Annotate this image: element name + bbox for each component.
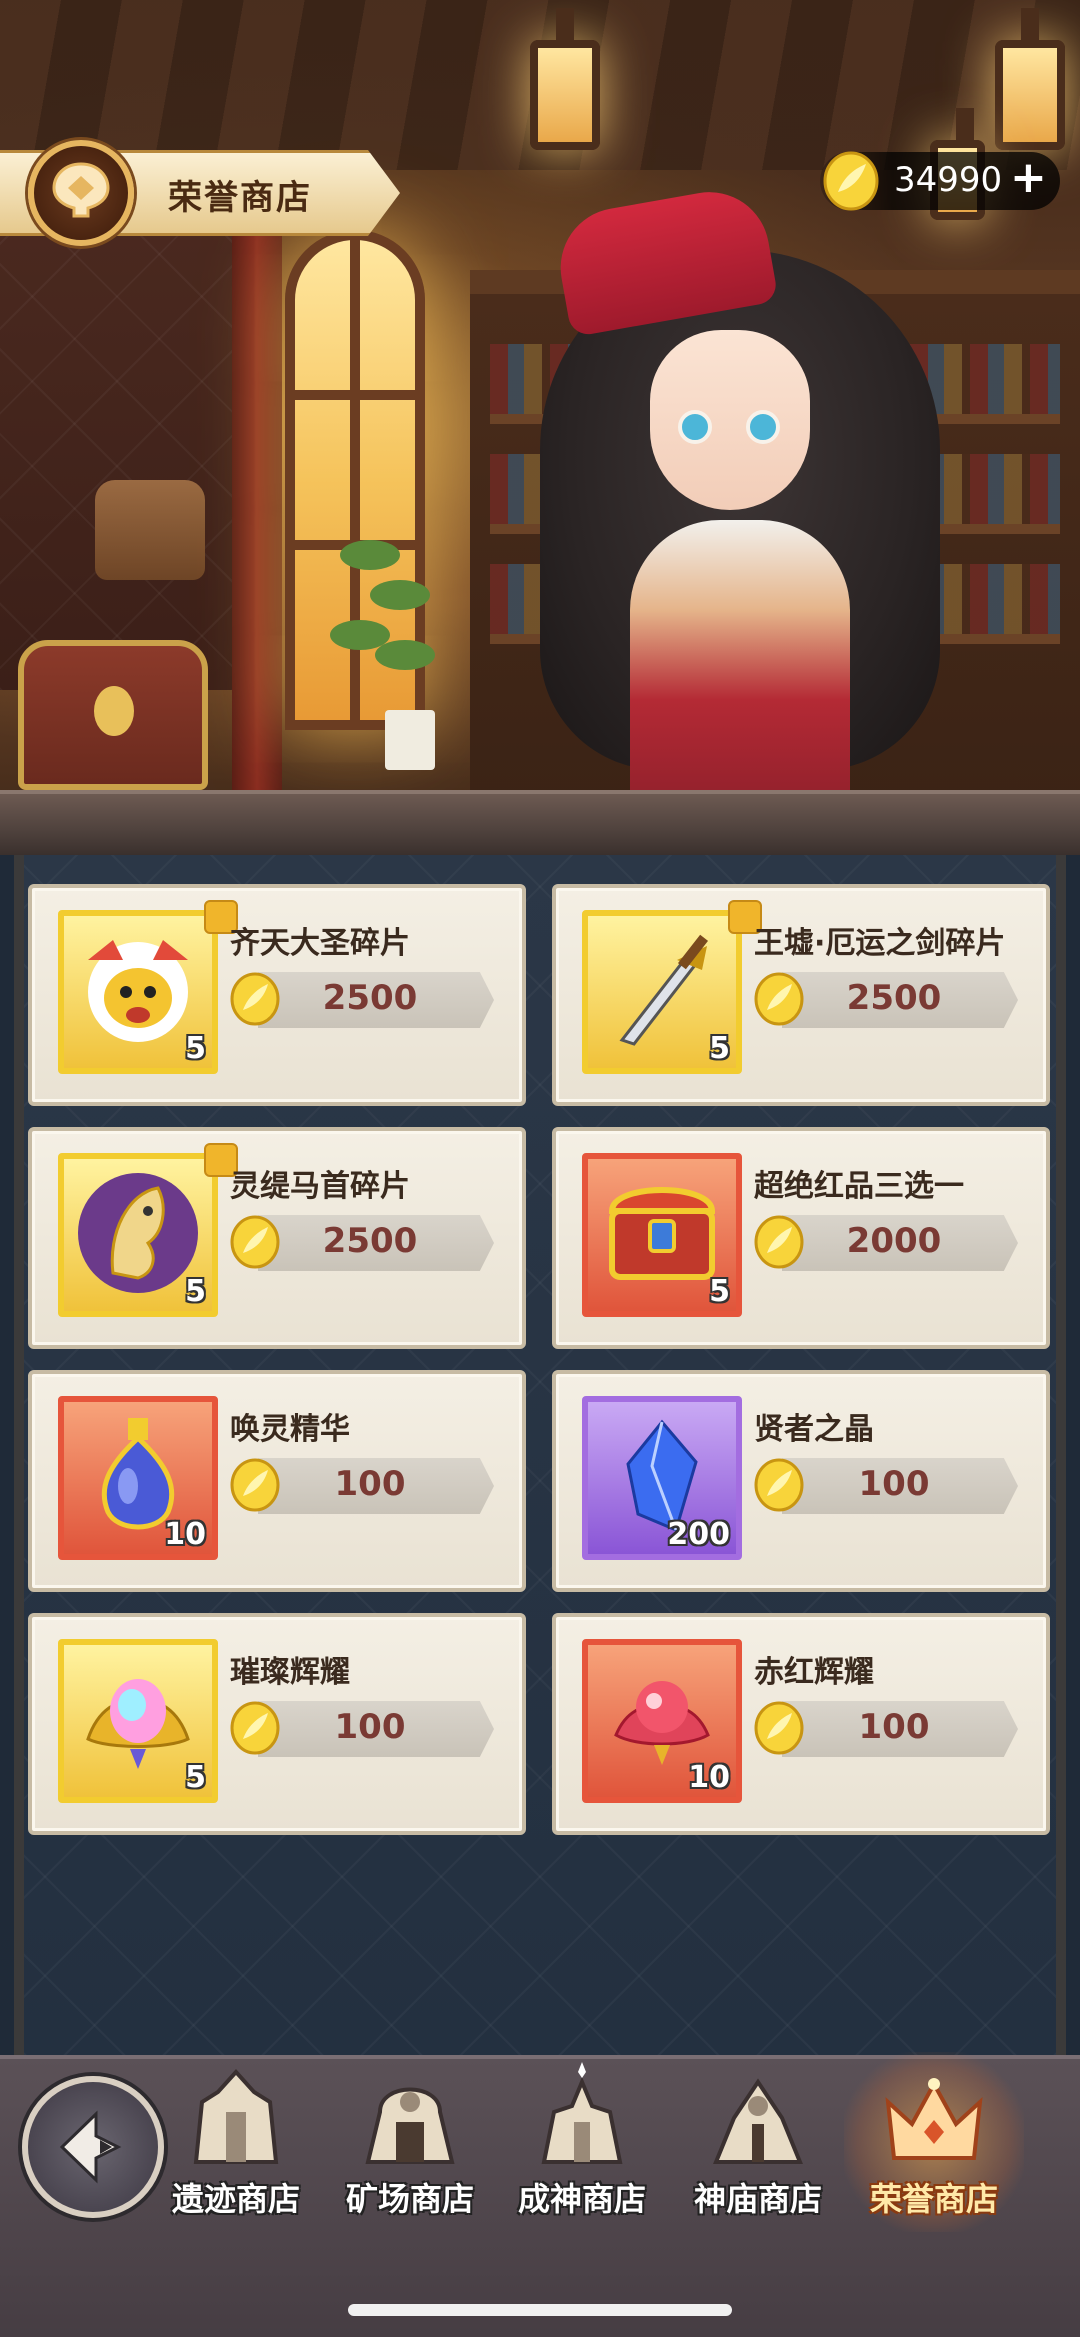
shop-item-card[interactable]: 10 唤灵精华 100 xyxy=(28,1370,526,1592)
shop-item-card[interactable]: 5 璀璨辉耀 100 xyxy=(28,1613,526,1835)
item-name: 齐天大圣碎片 xyxy=(230,926,410,961)
shop-item-card[interactable]: 10 赤红辉耀 100 xyxy=(552,1613,1050,1835)
item-quantity: 5 xyxy=(709,1274,730,1309)
item-price: 100 xyxy=(334,1464,406,1504)
item-icon-frame: 5 xyxy=(58,1153,218,1317)
item-name: 王墟·厄运之剑碎片 xyxy=(754,926,1006,961)
item-name: 唤灵精华 xyxy=(230,1412,350,1447)
lantern-icon xyxy=(995,8,1065,150)
item-name: 超绝红品三选一 xyxy=(754,1169,964,1204)
shop-hero-scene xyxy=(0,0,1080,855)
currency-display: 34990 + xyxy=(820,151,1060,211)
item-name: 赤红辉耀 xyxy=(754,1655,874,1690)
item-quantity: 5 xyxy=(185,1274,206,1309)
crown-icon xyxy=(884,2062,984,2172)
item-price: 2500 xyxy=(846,978,942,1018)
temple-icon xyxy=(708,2062,808,2172)
shop-item-card[interactable]: 5 灵缇马首碎片 2500 xyxy=(28,1127,526,1349)
page-title: 荣誉商店 xyxy=(168,178,312,218)
ascension-icon xyxy=(532,2062,632,2172)
item-icon-frame: 200 xyxy=(582,1396,742,1560)
pillar xyxy=(232,220,282,790)
item-price: 100 xyxy=(334,1707,406,1747)
bag-icon xyxy=(95,480,205,580)
add-currency-button[interactable]: + xyxy=(1010,152,1047,203)
back-arrow-icon xyxy=(59,2110,122,2184)
home-indicator[interactable] xyxy=(348,2304,732,2316)
item-icon-frame: 5 xyxy=(58,910,218,1074)
item-price: 100 xyxy=(858,1464,930,1504)
nav-tab-crown[interactable]: 荣誉商店 xyxy=(844,2052,1024,2232)
currency-amount: 34990 xyxy=(894,160,1003,200)
item-quantity: 5 xyxy=(709,1031,730,1066)
item-price: 2500 xyxy=(322,1221,418,1261)
item-price: 2000 xyxy=(846,1221,942,1261)
plant-icon xyxy=(330,520,440,770)
item-quantity: 10 xyxy=(164,1517,206,1552)
treasure-chest-icon xyxy=(18,640,208,790)
shop-item-card[interactable]: 5 超绝红品三选一 2000 xyxy=(552,1127,1050,1349)
shopkeeper-character xyxy=(520,182,960,820)
lantern-icon xyxy=(530,8,600,150)
item-icon-frame: 5 xyxy=(582,910,742,1074)
item-icon-frame: 10 xyxy=(58,1396,218,1560)
nav-tab-label: 遗迹商店 xyxy=(171,2180,300,2218)
nav-tab-ascension[interactable]: 成神商店 xyxy=(502,2062,662,2232)
nav-tab-label: 成神商店 xyxy=(517,2180,646,2218)
nav-tab-label: 矿场商店 xyxy=(345,2180,474,2218)
item-quantity: 10 xyxy=(688,1760,730,1795)
shop-item-card[interactable]: 200 贤者之晶 100 xyxy=(552,1370,1050,1592)
shop-item-card[interactable]: 5 齐天大圣碎片 2500 xyxy=(28,884,526,1106)
shop-item-card[interactable]: 5 王墟·厄运之剑碎片 2500 xyxy=(552,884,1050,1106)
item-name: 灵缇马首碎片 xyxy=(230,1169,410,1204)
item-quantity: 5 xyxy=(185,1760,206,1795)
item-icon-frame: 5 xyxy=(58,1639,218,1803)
item-quantity: 5 xyxy=(185,1031,206,1066)
back-button[interactable] xyxy=(22,2076,164,2218)
honor-shop-emblem-icon xyxy=(28,140,134,246)
item-price: 2500 xyxy=(322,978,418,1018)
item-icon-frame: 5 xyxy=(582,1153,742,1317)
item-price: 100 xyxy=(858,1707,930,1747)
nav-tab-temple[interactable]: 神庙商店 xyxy=(678,2062,838,2232)
nav-tab-label: 荣誉商店 xyxy=(869,2180,998,2218)
shop-counter xyxy=(0,790,1080,855)
nav-tab-label: 神庙商店 xyxy=(693,2180,822,2218)
mine-icon xyxy=(360,2062,460,2172)
ruins-icon xyxy=(186,2062,286,2172)
item-name: 璀璨辉耀 xyxy=(230,1655,350,1690)
item-quantity: 200 xyxy=(667,1517,730,1552)
honor-coin-icon xyxy=(820,150,882,216)
nav-tab-ruins[interactable]: 遗迹商店 xyxy=(156,2062,316,2232)
item-name: 贤者之晶 xyxy=(754,1412,874,1447)
item-icon-frame: 10 xyxy=(582,1639,742,1803)
nav-tab-mine[interactable]: 矿场商店 xyxy=(330,2062,490,2232)
wall-panel xyxy=(0,170,240,690)
